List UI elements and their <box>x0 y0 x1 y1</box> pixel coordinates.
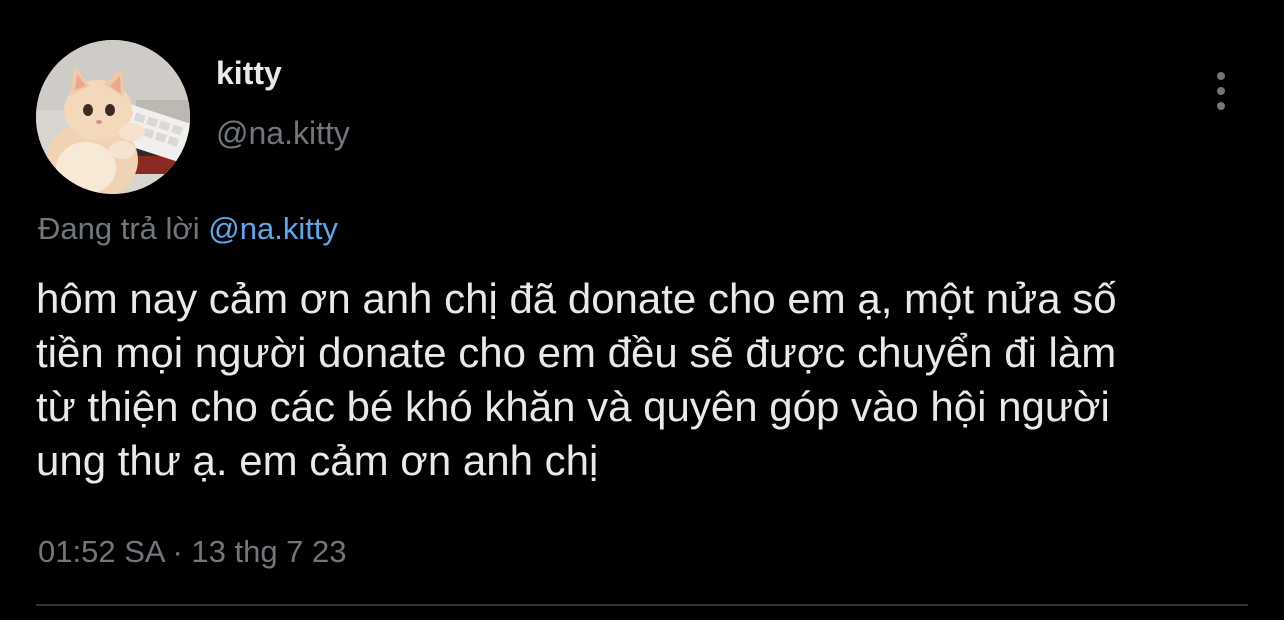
more-dot <box>1217 87 1225 95</box>
more-vertical-icon[interactable] <box>1204 66 1238 116</box>
tweet-text-line: tiền mọi người donate cho em đều sẽ được… <box>36 329 1117 376</box>
reply-prefix: Đang trả lời <box>38 211 200 246</box>
divider <box>36 604 1248 606</box>
tweet-detail: kitty @na.kitty Đang trả lời @na.kitty h… <box>0 0 1284 620</box>
cat-avatar-icon <box>36 40 190 194</box>
tweet-text-line: hôm nay cảm ơn anh chị đã donate cho em … <box>36 275 1117 322</box>
author-name[interactable]: kitty <box>216 54 282 92</box>
more-dot <box>1217 72 1225 80</box>
tweet-text: hôm nay cảm ơn anh chị đã donate cho em … <box>36 272 1256 488</box>
author-handle[interactable]: @na.kitty <box>216 114 350 152</box>
reply-mention-link[interactable]: @na.kitty <box>208 211 338 246</box>
tweet-text-line: ung thư ạ. em cảm ơn anh chị <box>36 437 599 484</box>
tweet-timestamp[interactable]: 01:52 SA · 13 thg 7 23 <box>38 532 347 572</box>
tweet-text-line: từ thiện cho các bé khó khăn và quyên gó… <box>36 383 1110 430</box>
avatar[interactable] <box>36 40 190 194</box>
reply-context: Đang trả lời @na.kitty <box>38 210 338 248</box>
more-dot <box>1217 102 1225 110</box>
